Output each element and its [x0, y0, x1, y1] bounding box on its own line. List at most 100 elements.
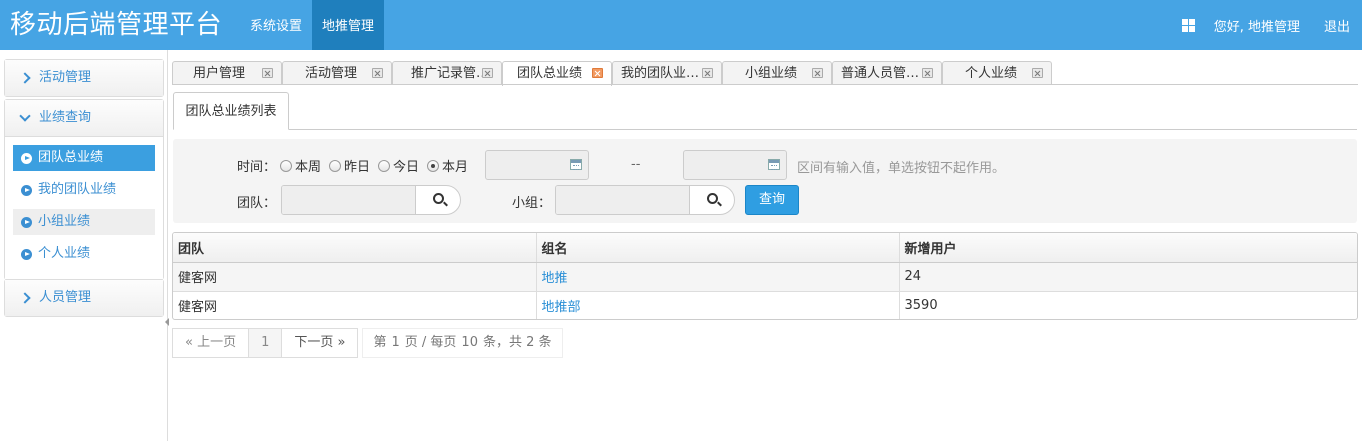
current-page-button[interactable]: 1 — [248, 328, 283, 358]
circle-arrow-icon — [21, 248, 32, 260]
column-header-team[interactable]: 团队 — [173, 233, 537, 263]
nav-ground-promotion[interactable]: 地推管理 — [312, 0, 385, 50]
page-info-mid: 页 / 每页 — [404, 335, 457, 350]
column-header-group-name[interactable]: 组名 — [536, 233, 900, 263]
tab-label: 我的团队业… — [621, 66, 700, 81]
cell-team: 健客网 — [173, 262, 537, 292]
chevron-right-icon — [19, 72, 31, 84]
calendar-icon[interactable] — [768, 159, 780, 170]
tab-activity-management[interactable]: 活动管理 — [282, 61, 392, 85]
close-icon[interactable] — [592, 68, 603, 78]
sidebar-item-label: 个人业绩 — [38, 246, 91, 261]
logout-link[interactable]: 退出 — [1324, 16, 1350, 35]
tab-my-team[interactable]: 我的团队业… — [612, 61, 722, 85]
team-search-input[interactable] — [282, 186, 416, 214]
sidebar-group-activity-head[interactable]: 活动管理 — [5, 60, 163, 96]
close-icon[interactable] — [482, 68, 493, 78]
radio-yesterday[interactable]: 昨日 — [329, 156, 370, 175]
apps-grid-icon[interactable] — [1181, 18, 1195, 32]
tab-group-performance[interactable]: 小组业绩 — [722, 61, 832, 85]
radio-button[interactable] — [280, 159, 292, 172]
circle-arrow-icon — [21, 216, 32, 228]
sidebar-group-performance-head[interactable]: 业绩查询 — [5, 100, 163, 136]
tab-promotion-records[interactable]: 推广记录管… — [392, 61, 502, 85]
radio-label: 本周 — [295, 160, 322, 175]
sidebar-collapse-icon[interactable] — [165, 318, 169, 326]
top-nav: 系统设置 地推管理 — [240, 0, 385, 50]
tab-bar: 用户管理 活动管理 推广记录管… 团队总业绩 我的团队业… 小组业绩 普通人员管… — [172, 61, 1052, 86]
close-icon[interactable] — [262, 68, 273, 78]
sidebar-submenu: 团队总业绩 我的团队业绩 小组业绩 个人业绩 — [5, 136, 163, 279]
close-icon[interactable] — [812, 68, 823, 78]
sidebar-group-label: 活动管理 — [39, 70, 92, 85]
sidebar-item-my-team[interactable]: 我的团队业绩 — [13, 177, 155, 203]
query-button[interactable]: 查询 — [745, 185, 799, 215]
close-icon[interactable] — [372, 68, 383, 78]
user-greeting[interactable]: 您好, 地推管理 — [1214, 16, 1300, 35]
prev-page-button[interactable]: « 上一页 — [172, 328, 250, 358]
top-header: 移动后端管理平台 系统设置 地推管理 您好, 地推管理 退出 — [0, 0, 1362, 50]
sidebar-item-group[interactable]: 小组业绩 — [13, 209, 155, 235]
tab-staff-management[interactable]: 普通人员管… — [832, 61, 942, 85]
close-icon[interactable] — [922, 68, 933, 78]
cell-group-name: 地推 — [536, 262, 900, 292]
date-range-hint: 区间有输入值，单选按钮不起作用。 — [797, 161, 1006, 176]
close-icon[interactable] — [1032, 68, 1043, 78]
chevron-down-icon — [19, 112, 31, 124]
team-label: 团队： — [237, 196, 277, 211]
calendar-icon[interactable] — [570, 159, 582, 170]
sidebar-group-label: 业绩查询 — [39, 110, 92, 125]
circle-arrow-icon — [21, 152, 32, 164]
page-info-suffix: 条，共 2 条 — [482, 335, 552, 350]
end-date-input[interactable] — [683, 150, 787, 180]
panel-title-tab[interactable]: 团队总业绩列表 — [173, 92, 289, 130]
radio-button[interactable] — [329, 159, 341, 172]
sidebar-group-staff-head[interactable]: 人员管理 — [5, 280, 163, 316]
sidebar: 活动管理 业绩查询 团队总业绩 我的团队业绩 小组业绩 个人业绩 人员管理 — [0, 50, 168, 441]
sidebar-group-activity: 活动管理 — [4, 59, 164, 97]
page-number: 1 — [391, 335, 400, 350]
radio-today[interactable]: 今日 — [378, 156, 419, 175]
group-search — [555, 185, 735, 215]
tab-label: 用户管理 — [193, 66, 246, 81]
sidebar-item-label: 团队总业绩 — [38, 150, 104, 165]
start-date-input[interactable] — [485, 150, 589, 180]
filter-panel: 时间： 本周 昨日 今日 本月 -- 区间有输入值，单选按钮不起作用。 团队： … — [173, 139, 1357, 223]
radio-button[interactable] — [378, 159, 390, 172]
radio-label: 今日 — [393, 160, 420, 175]
date-range-separator: -- — [631, 157, 641, 172]
sidebar-item-team-total[interactable]: 团队总业绩 — [13, 145, 155, 171]
pagination: « 上一页 1 下一页 » 第 1 页 / 每页 10 条，共 2 条 — [172, 328, 563, 358]
sidebar-group-staff: 人员管理 — [4, 279, 164, 317]
cell-group-name: 地推部 — [536, 291, 900, 319]
cell-team: 健客网 — [173, 291, 537, 319]
page-info: 第 1 页 / 每页 10 条，共 2 条 — [362, 328, 563, 358]
results-table: 团队 组名 新增用户 健客网 地推 24 健客网 地推部 3590 — [172, 232, 1358, 320]
next-page-button[interactable]: 下一页 » — [281, 328, 359, 358]
tab-bar-divider — [172, 84, 1358, 85]
group-search-input[interactable] — [556, 186, 690, 214]
column-header-new-users[interactable]: 新增用户 — [899, 233, 1357, 263]
search-icon[interactable] — [433, 193, 444, 204]
search-icon[interactable] — [707, 193, 718, 204]
close-icon[interactable] — [702, 68, 713, 78]
app-title: 移动后端管理平台 — [10, 10, 223, 40]
group-link[interactable]: 地推部 — [542, 300, 581, 315]
tab-label: 团队总业绩 — [517, 66, 583, 81]
radio-this-week[interactable]: 本周 — [280, 156, 321, 175]
nav-system-settings[interactable]: 系统设置 — [240, 0, 312, 50]
cell-new-users: 24 — [899, 262, 1357, 292]
group-link[interactable]: 地推 — [542, 271, 568, 286]
tab-personal-performance[interactable]: 个人业绩 — [942, 61, 1052, 85]
circle-arrow-icon — [21, 184, 32, 196]
per-page-count: 10 — [461, 335, 478, 350]
tab-team-total[interactable]: 团队总业绩 — [502, 61, 612, 86]
table-header-row: 团队 组名 新增用户 — [173, 233, 1357, 263]
radio-this-month[interactable]: 本月 — [427, 156, 468, 175]
tab-label: 个人业绩 — [965, 66, 1018, 81]
table-row: 健客网 地推 24 — [173, 262, 1357, 292]
chevron-right-icon — [19, 292, 31, 304]
radio-button[interactable] — [427, 159, 439, 172]
sidebar-item-personal[interactable]: 个人业绩 — [13, 241, 155, 267]
tab-user-management[interactable]: 用户管理 — [172, 61, 282, 85]
